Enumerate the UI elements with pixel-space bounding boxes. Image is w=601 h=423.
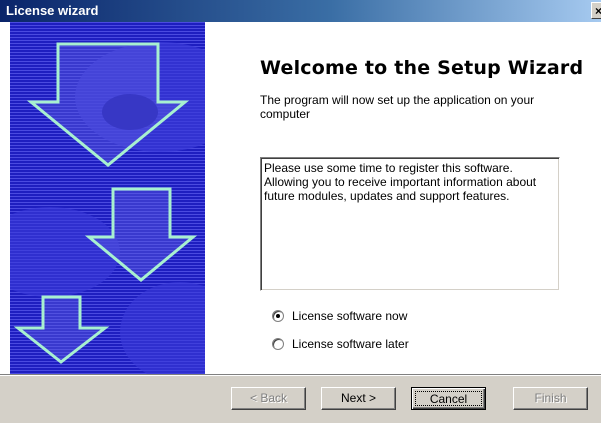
button-separator bbox=[0, 374, 601, 376]
cancel-button[interactable]: Cancel bbox=[411, 387, 486, 410]
radio-unselected-icon[interactable] bbox=[272, 338, 284, 350]
intro-text: The program will now set up the applicat… bbox=[260, 93, 535, 121]
next-button[interactable]: Next > bbox=[321, 387, 396, 410]
radio-selected-icon[interactable] bbox=[272, 310, 284, 322]
license-now-radio[interactable]: License software now bbox=[272, 309, 492, 325]
license-later-radio[interactable]: License software later bbox=[272, 337, 492, 353]
close-button[interactable]: × bbox=[591, 2, 601, 19]
message-text: Please use some time to register this so… bbox=[264, 161, 537, 203]
message-box[interactable]: Please use some time to register this so… bbox=[260, 157, 560, 291]
license-later-label[interactable]: License software later bbox=[292, 337, 409, 351]
page-title: Welcome to the Setup Wizard bbox=[260, 57, 584, 79]
finish-button[interactable]: Finish bbox=[513, 387, 588, 410]
back-button[interactable]: < Back bbox=[231, 387, 306, 410]
license-now-label[interactable]: License software now bbox=[292, 309, 407, 323]
wizard-sidebar-graphic bbox=[10, 22, 205, 375]
title-bar[interactable]: License wizard × bbox=[0, 0, 601, 22]
cancel-label: Cancel bbox=[415, 391, 482, 406]
window-title: License wizard bbox=[6, 3, 99, 18]
sidebar-artwork bbox=[10, 22, 205, 375]
